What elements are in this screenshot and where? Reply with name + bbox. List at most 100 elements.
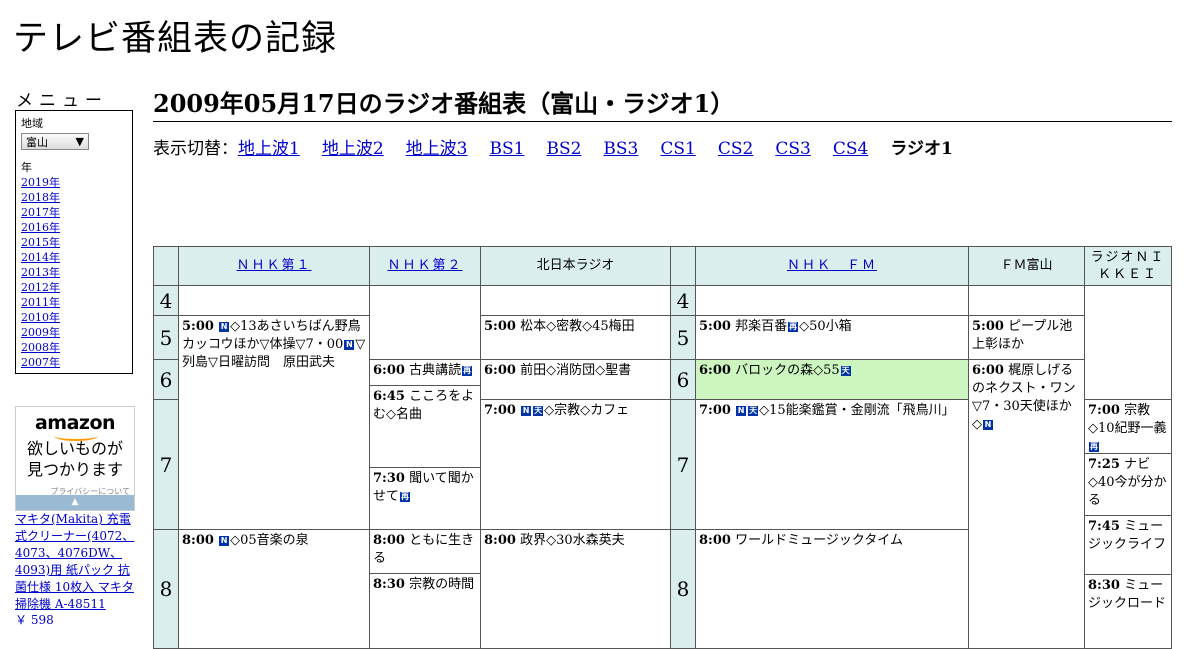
program-cell: 8:30 ミュージックロード — [1084, 574, 1172, 649]
year-link[interactable]: 2007年 — [21, 356, 60, 369]
year-link[interactable]: 2012年 — [21, 281, 60, 294]
hour-label: 5 — [153, 315, 179, 360]
channel-header-nhk1: ＮＨＫ第１ — [178, 246, 370, 286]
header-corner-left — [153, 246, 179, 286]
program-time: 7:00 — [699, 403, 731, 418]
hour-label: 7 — [153, 399, 179, 530]
program-title: ◇50小箱 — [799, 319, 852, 334]
program-cell-empty — [369, 285, 481, 360]
news-icon: N — [219, 322, 230, 332]
program-title: ◇15能楽鑑賞・金剛流「飛鳥川」 — [759, 403, 955, 418]
switch-link-terrestrial1[interactable]: 地上波1 — [238, 139, 300, 159]
ad-expand-bar[interactable]: ▲ — [16, 495, 134, 510]
channel-header-knb: 北日本ラジオ — [480, 246, 671, 286]
channel-header-nhk2: ＮＨＫ第２ — [369, 246, 481, 286]
year-list: 2019年 2018年 2017年 2016年 2015年 2014年 2013… — [21, 175, 127, 370]
program-title: 松本◇密教◇45梅田 — [520, 319, 635, 334]
switch-link-bs3[interactable]: BS3 — [603, 139, 638, 159]
hour-label: 7 — [670, 399, 696, 530]
header-corner-right — [670, 246, 696, 286]
program-time: 7:45 — [1088, 519, 1120, 534]
program-title: バロックの森◇55 — [735, 363, 840, 378]
hour-label: 4 — [153, 285, 179, 316]
switch-link-cs3[interactable]: CS3 — [775, 139, 810, 159]
channel-link-nhk1[interactable]: ＮＨＫ第１ — [236, 257, 311, 275]
schedule-grid: ＮＨＫ第１ ＮＨＫ第２ 北日本ラジオ ＮＨＫ ＦＭ ＦＭ富山 ラジオＮＩＫＫＥＩ… — [153, 246, 1172, 649]
channel-name-nikkei: ラジオＮＩＫＫＥＩ — [1090, 250, 1166, 282]
program-cell: 6:00 前田◇消防団◇聖書 — [480, 359, 671, 400]
page-heading: 2009年05月17日のラジオ番組表（富山・ラジオ1） — [153, 84, 1172, 122]
channel-header-nhkfm: ＮＨＫ ＦＭ — [695, 246, 969, 286]
program-time: 5:00 — [699, 319, 731, 334]
channel-link-nhk2[interactable]: ＮＨＫ第２ — [387, 257, 462, 275]
channel-header-nikkei: ラジオＮＩＫＫＥＩ — [1084, 246, 1172, 286]
program-time: 8:00 — [182, 533, 214, 548]
year-link[interactable]: 2014年 — [21, 251, 60, 264]
product-link[interactable]: マキタ(Makita) 充電式クリーナー(4072、4073、4076DW、40… — [15, 511, 137, 613]
program-time: 6:00 — [484, 363, 516, 378]
year-label: 年 — [21, 161, 32, 174]
switch-link-cs2[interactable]: CS2 — [718, 139, 753, 159]
region-select[interactable]: 富山 ▼ — [21, 133, 89, 150]
program-time: 8:00 — [373, 533, 405, 548]
amazon-ad[interactable]: amazon 欲しいものが 見つかります プライバシーについて ▲ — [15, 406, 135, 511]
menu-label: メニュー — [16, 91, 108, 111]
product-price: ￥ 598 — [15, 613, 54, 627]
program-cell: 8:00 ともに生きる — [369, 529, 481, 574]
program-cell: 6:45 こころをよむ◇名曲 — [369, 385, 481, 468]
year-link[interactable]: 2019年 — [21, 176, 60, 189]
rebroadcast-icon: 再 — [788, 322, 799, 332]
program-time: 6:00 — [373, 363, 405, 378]
channel-name-fmtoyama: ＦＭ富山 — [1000, 258, 1053, 273]
program-title: 政界◇30水森英夫 — [520, 533, 625, 548]
year-link[interactable]: 2018年 — [21, 191, 60, 204]
year-link[interactable]: 2016年 — [21, 221, 60, 234]
program-cell: 8:30 宗教の時間 — [369, 573, 481, 649]
switch-link-cs4[interactable]: CS4 — [833, 139, 868, 159]
channel-header-fmtoyama: ＦＭ富山 — [968, 246, 1085, 286]
news-icon: N — [736, 406, 747, 416]
program-cell: 7:45 ミュージックライフ — [1084, 515, 1172, 575]
weather-icon: 天 — [533, 406, 544, 416]
year-link[interactable]: 2010年 — [21, 311, 60, 324]
program-time: 7:30 — [373, 471, 405, 486]
year-link[interactable]: 2009年 — [21, 326, 60, 339]
news-icon: N — [521, 406, 532, 416]
program-cell-empty — [695, 285, 969, 316]
year-link[interactable]: 2008年 — [21, 341, 60, 354]
program-time: 6:00 — [699, 363, 731, 378]
year-link[interactable]: 2013年 — [21, 266, 60, 279]
switch-link-bs2[interactable]: BS2 — [546, 139, 581, 159]
switch-link-bs1[interactable]: BS1 — [489, 139, 524, 159]
menu-box: 地域 富山 ▼ 年 2019年 2018年 2017年 2016年 2015年 … — [15, 110, 133, 374]
news-icon: N — [983, 420, 993, 430]
weather-icon: 天 — [840, 366, 851, 376]
program-time: 6:00 — [972, 363, 1004, 378]
rebroadcast-icon: 再 — [1089, 442, 1099, 452]
program-cell: 8:00 政界◇30水森英夫 — [480, 529, 671, 649]
year-link[interactable]: 2015年 — [21, 236, 60, 249]
program-cell: 5:00 N ◇13あさいちばん野鳥カッコウほか▽体操▽7・00 N ▽列島▽日曜訪問… — [178, 315, 370, 530]
switch-link-terrestrial3[interactable]: 地上波3 — [406, 139, 468, 159]
switch-link-cs1[interactable]: CS1 — [660, 139, 695, 159]
region-selected-value: 富山 — [26, 135, 48, 149]
year-link[interactable]: 2011年 — [21, 296, 60, 309]
year-link[interactable]: 2017年 — [21, 206, 60, 219]
program-cell-empty — [480, 285, 671, 316]
news-icon: N — [344, 340, 355, 350]
region-label: 地域 — [21, 117, 43, 130]
switch-current: ラジオ1 — [890, 139, 953, 159]
program-time: 8:30 — [1088, 578, 1120, 593]
program-cell-empty — [1084, 285, 1172, 400]
channel-link-nhkfm[interactable]: ＮＨＫ ＦＭ — [787, 257, 877, 275]
program-time: 8:00 — [484, 533, 516, 548]
hour-label: 6 — [670, 359, 696, 400]
channel-name-knb: 北日本ラジオ — [536, 258, 615, 273]
program-title: ワールドミュージックタイム — [735, 533, 904, 548]
weather-icon: 天 — [748, 406, 759, 416]
hour-label: 6 — [153, 359, 179, 400]
program-cell: 7:00 宗教◇10紀野一義再 — [1084, 399, 1172, 454]
program-cell: 7:00 N 天 ◇15能楽鑑賞・金剛流「飛鳥川」 — [695, 399, 969, 530]
switch-link-terrestrial2[interactable]: 地上波2 — [322, 139, 384, 159]
hour-label: 8 — [153, 529, 179, 649]
